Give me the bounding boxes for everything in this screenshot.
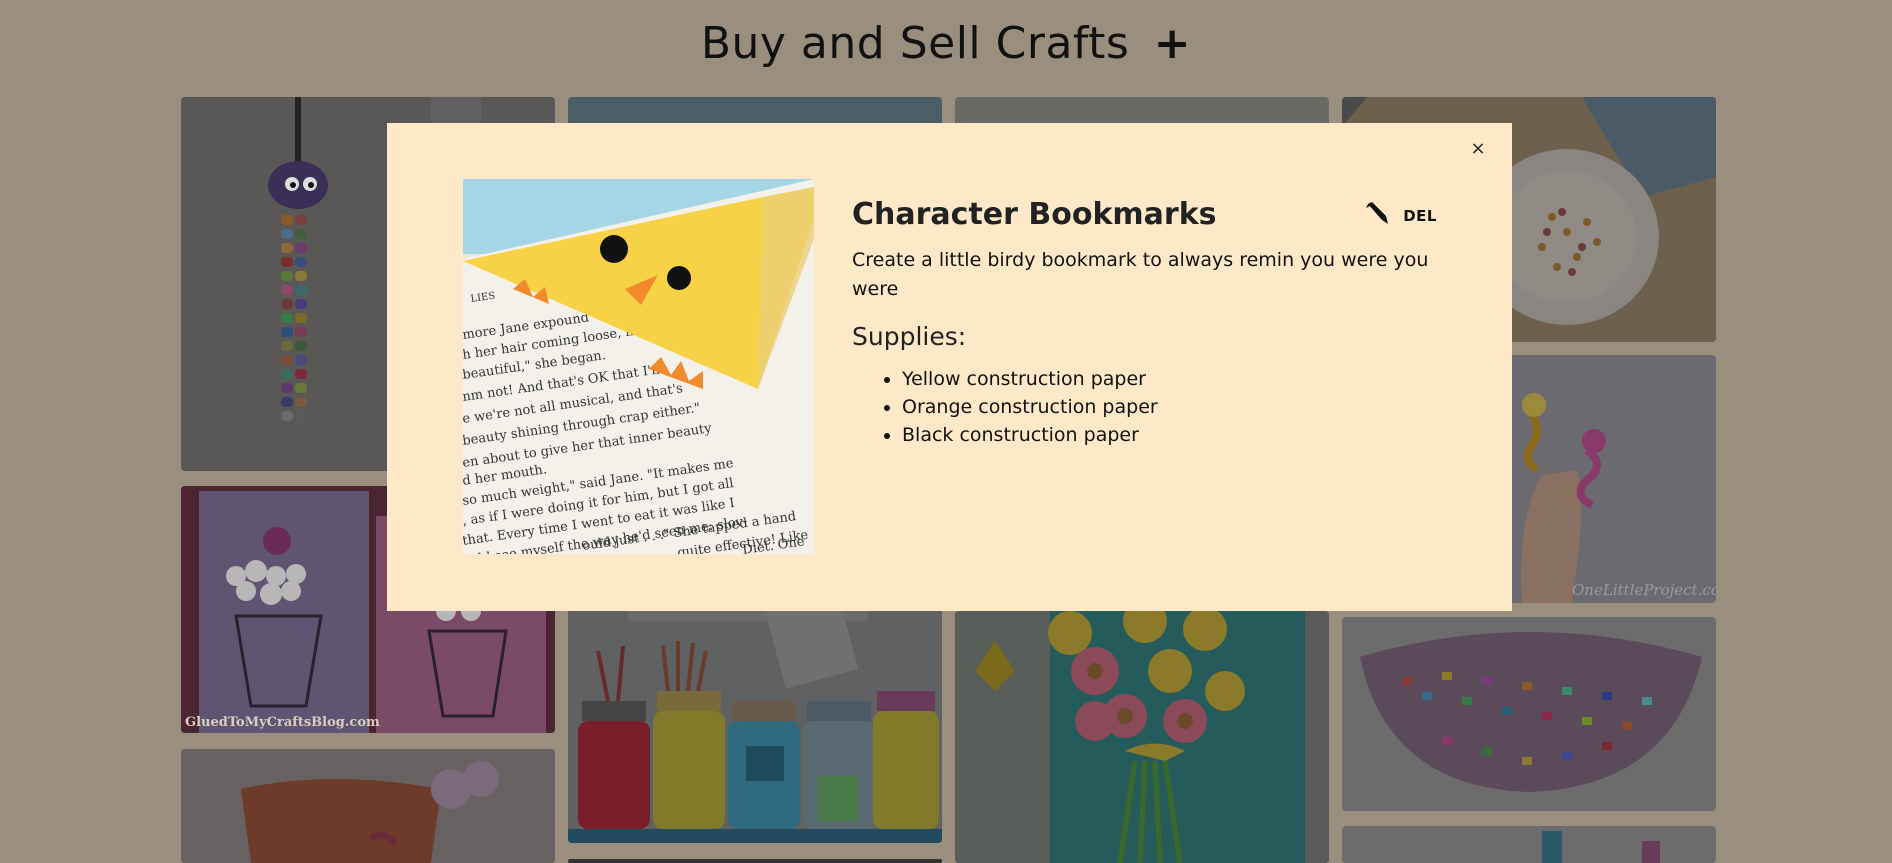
craft-description: Create a little birdy bookmark to always…: [852, 249, 1429, 300]
watermark-text: GluedToMyCraftsBlog.com: [185, 715, 380, 730]
gallery-item-craft-12[interactable]: [1342, 826, 1716, 863]
craft-info: Character Bookmarks DEL Create a little …: [852, 197, 1437, 449]
supply-item: Orange construction paper: [902, 393, 1437, 421]
gallery-item-bead-bowl[interactable]: [1342, 617, 1716, 811]
gallery-item-egg-carton-flowers[interactable]: [955, 611, 1329, 863]
craft-actions: DEL: [1365, 201, 1437, 225]
supplies-list: Yellow construction paper Orange constru…: [852, 365, 1437, 449]
craft-photo: LIES more Jane expound h her hair coming…: [463, 179, 814, 554]
page-title: Buy and Sell Crafts: [700, 18, 1130, 69]
supply-item: Black construction paper: [902, 421, 1437, 449]
supply-item: Yellow construction paper: [902, 365, 1437, 393]
craft-detail-modal: × LIES more Jane expound h her hair comi…: [387, 123, 1512, 611]
add-craft-button[interactable]: +: [1154, 18, 1191, 69]
delete-button[interactable]: DEL: [1403, 207, 1437, 225]
pencil-icon[interactable]: [1365, 201, 1389, 225]
close-icon[interactable]: ×: [1467, 138, 1489, 160]
gallery-item-craft-9[interactable]: [568, 859, 942, 863]
gallery-item-clay-pot[interactable]: [181, 749, 555, 863]
craft-title: Character Bookmarks: [852, 197, 1217, 232]
watermark-text-2: OneLittleProject.com: [1572, 581, 1716, 599]
page-header: Buy and Sell Crafts +: [0, 18, 1892, 69]
supplies-heading: Supplies:: [852, 322, 967, 351]
gallery-item-mason-jars[interactable]: [568, 581, 942, 843]
